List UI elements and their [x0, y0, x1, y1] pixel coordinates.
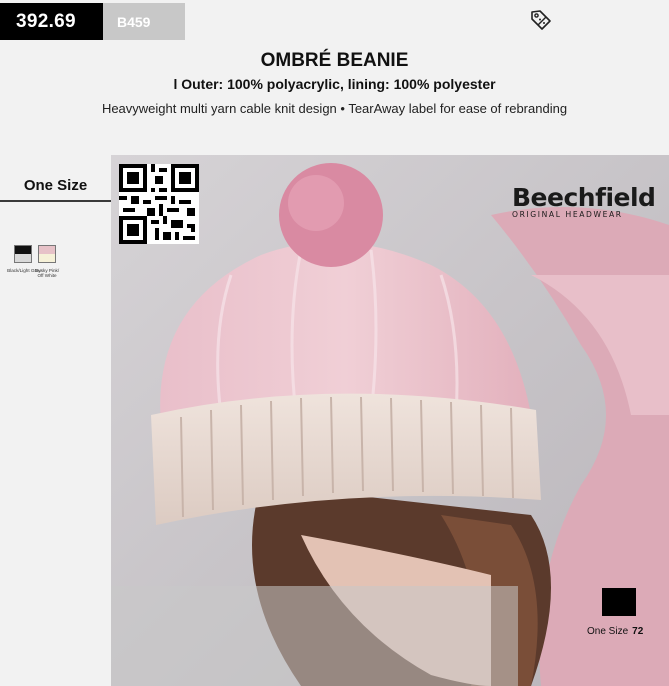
product-title: OMBRÉ BEANIE: [260, 50, 409, 71]
sidebar: One Size Black/Light Grey Dusky Pink/ Of…: [0, 155, 111, 686]
discount-tag-icon[interactable]: [529, 8, 553, 32]
product-material: l Outer: 100% polyacrylic, lining: 100% …: [173, 76, 496, 92]
swatch-dusky-pink-off-white[interactable]: [38, 245, 56, 263]
stock-size: One Size: [587, 626, 629, 637]
qr-code[interactable]: [119, 164, 199, 244]
size-label: One Size: [23, 177, 88, 194]
product-code-tab: B459: [103, 3, 185, 40]
photo-overlay: [111, 586, 518, 686]
price-tab: 392.69: [0, 3, 103, 40]
brand-logo: Beechfield ORIGINAL HEADWEAR: [512, 183, 662, 219]
stock-info: One Size 72: [587, 626, 643, 637]
stock-color-swatch: [602, 588, 636, 616]
brand-name: Beechfield: [512, 183, 656, 212]
stock-count: 72: [632, 626, 644, 637]
product-header: 392.69 B459 OMBRÉ BEANIE l Outer: 100% p…: [0, 0, 669, 155]
swatch-black-light-grey[interactable]: [14, 245, 32, 263]
size-divider: [0, 200, 111, 202]
product-features: Heavyweight multi yarn cable knit design…: [101, 101, 568, 116]
swatch-label: Dusky Pink/ Off White: [34, 268, 60, 278]
